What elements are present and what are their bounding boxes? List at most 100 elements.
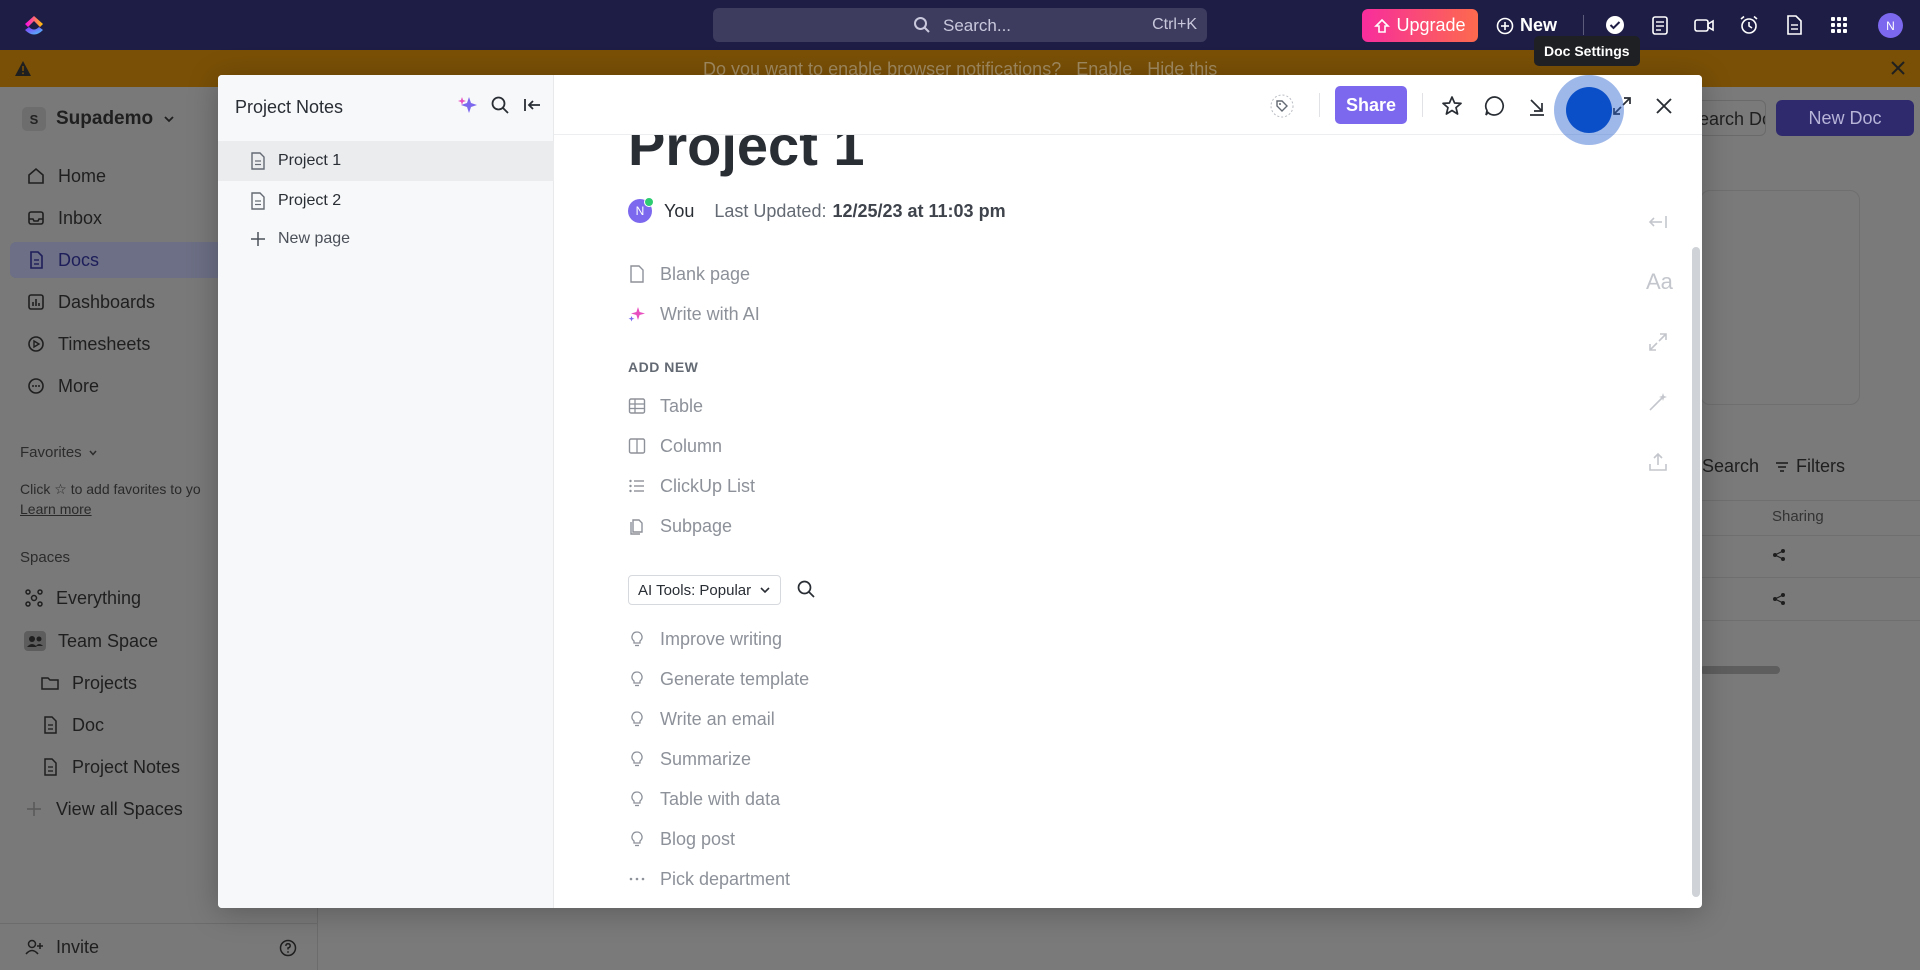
expand-icon[interactable]	[1610, 94, 1634, 118]
chevron-down-icon	[164, 116, 174, 123]
resize-icon[interactable]	[1646, 330, 1670, 354]
download-icon[interactable]	[1525, 94, 1549, 118]
upgrade-button[interactable]: Upgrade	[1362, 9, 1478, 42]
doc-card[interactable]	[1700, 190, 1860, 405]
space-item-project-notes[interactable]: Project Notes	[40, 750, 180, 784]
search-icon[interactable]	[796, 579, 816, 599]
docs-icon	[30, 251, 43, 269]
add-column-option[interactable]: Column	[628, 431, 722, 461]
ai-sparkle-icon[interactable]	[458, 95, 478, 115]
ai-tool-write-email[interactable]: Write an email	[628, 704, 775, 734]
notepad-icon[interactable]	[1649, 14, 1671, 36]
new-doc-button[interactable]: New Doc	[1776, 100, 1914, 136]
lightbulb-icon	[631, 831, 643, 847]
video-icon[interactable]	[1693, 14, 1715, 36]
apps-grid-icon[interactable]	[1828, 14, 1850, 36]
search-icon[interactable]	[490, 95, 510, 115]
search-icon	[914, 17, 930, 33]
document-icon[interactable]	[1783, 14, 1805, 36]
timesheets-icon	[28, 336, 44, 352]
share-icon[interactable]	[1772, 548, 1786, 562]
page-icon	[251, 192, 265, 210]
workspace-name: Supademo	[56, 108, 154, 129]
topbar-divider	[1583, 15, 1584, 35]
upload-icon[interactable]	[1646, 450, 1670, 474]
invite-button[interactable]: Invite	[24, 930, 99, 964]
folder-icon	[41, 677, 59, 690]
close-icon[interactable]	[1890, 60, 1906, 76]
chevron-down-icon	[760, 587, 770, 594]
user-avatar[interactable]: N	[1878, 13, 1903, 38]
add-clickup-list-option[interactable]: ClickUp List	[628, 471, 755, 501]
add-table-option[interactable]: Table	[628, 391, 703, 421]
plus-icon	[27, 802, 41, 816]
space-item-doc[interactable]: Doc	[40, 708, 104, 742]
page-item-project-2[interactable]: Project 2	[218, 181, 554, 221]
collapse-sidebar-icon[interactable]	[522, 95, 542, 115]
spaces-title: Spaces	[20, 549, 71, 566]
lightbulb-icon	[631, 671, 643, 687]
table-divider	[1700, 577, 1920, 578]
workspace-switcher[interactable]: S Supademo	[22, 107, 175, 131]
horizontal-scrollbar[interactable]	[1700, 666, 1780, 674]
space-item-view-all[interactable]: View all Spaces	[24, 792, 183, 826]
background-search-label[interactable]: Search	[1702, 456, 1759, 477]
help-icon[interactable]	[279, 939, 297, 957]
more-icon	[28, 378, 44, 394]
doc-settings-button[interactable]	[1566, 87, 1612, 133]
doc-settings-tooltip: Doc Settings	[1534, 36, 1640, 66]
share-button[interactable]: Share	[1335, 86, 1407, 124]
sidebar-item-label: Docs	[58, 249, 100, 270]
star-icon: ☆	[54, 481, 67, 497]
star-icon[interactable]	[1440, 94, 1464, 118]
ai-tool-table-with-data[interactable]: Table with data	[628, 784, 780, 814]
space-item-everything[interactable]: Everything	[24, 581, 141, 615]
magic-wand-icon[interactable]	[1646, 390, 1670, 414]
ai-tool-improve-writing[interactable]: Improve writing	[628, 624, 782, 654]
search-shortcut: Ctrl+K	[1152, 16, 1197, 33]
space-item-team-space[interactable]: Team Space	[24, 624, 158, 658]
ai-tools-select[interactable]: AI Tools: Popular	[628, 575, 781, 605]
subpage-icon	[630, 519, 643, 535]
doc-scrollbar[interactable]	[1692, 247, 1700, 897]
global-search-bar[interactable]: Search... Ctrl+K	[713, 8, 1207, 42]
dashboards-icon	[28, 294, 44, 310]
comment-icon[interactable]	[1483, 94, 1507, 118]
lightbulb-icon	[631, 751, 643, 767]
share-icon[interactable]	[1772, 592, 1786, 606]
doc-icon	[44, 758, 57, 776]
ai-tool-pick-department[interactable]: Pick department	[628, 864, 790, 894]
page-item-project-1[interactable]: Project 1	[218, 141, 554, 181]
learn-more-link[interactable]: Learn more	[20, 501, 92, 517]
author-name: You	[664, 200, 695, 221]
table-divider	[1700, 620, 1920, 621]
font-settings-button[interactable]: Aa	[1646, 269, 1673, 294]
ai-tool-generate-template[interactable]: Generate template	[628, 664, 809, 694]
sidebar-item-label: Timesheets	[58, 333, 151, 354]
filter-icon	[1776, 461, 1788, 472]
workspace-badge: S	[22, 107, 46, 131]
last-updated-value: 12/25/23 at 11:03 pm	[832, 200, 1006, 221]
everything-icon	[25, 589, 43, 607]
ai-tool-summarize[interactable]: Summarize	[628, 744, 751, 774]
close-icon[interactable]	[1652, 94, 1676, 118]
new-page-button[interactable]: New page	[250, 230, 350, 248]
write-with-ai-option[interactable]: Write with AI	[628, 299, 760, 329]
space-item-projects[interactable]: Projects	[40, 666, 137, 700]
upgrade-label: Upgrade	[1396, 15, 1466, 35]
blank-page-option[interactable]: Blank page	[628, 259, 750, 289]
favorites-header[interactable]: Favorites	[20, 444, 98, 461]
check-circle-icon[interactable]	[1604, 14, 1626, 36]
collapse-toc-icon[interactable]	[1646, 210, 1670, 234]
table-divider	[1700, 500, 1920, 501]
page-item-label: Project 2	[278, 192, 342, 209]
tag-icon[interactable]	[1270, 94, 1294, 118]
doc-header: Share	[554, 75, 1702, 135]
add-subpage-option[interactable]: Subpage	[628, 511, 732, 541]
alarm-clock-icon[interactable]	[1738, 14, 1760, 36]
home-icon	[28, 167, 44, 184]
inbox-icon	[28, 211, 44, 225]
filters-button[interactable]: Filters	[1774, 456, 1845, 477]
ai-tool-blog-post[interactable]: Blog post	[628, 824, 735, 854]
clickup-logo-icon[interactable]	[22, 13, 46, 37]
